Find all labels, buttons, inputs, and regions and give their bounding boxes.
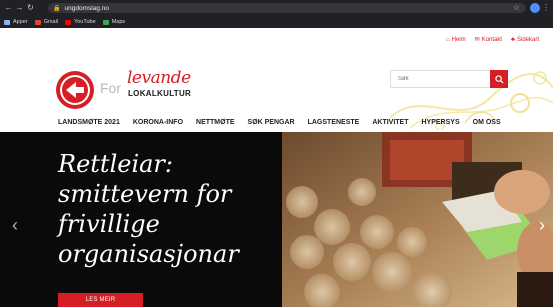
bookmark-apps[interactable]: Apper [4, 19, 28, 25]
hero-photo [282, 132, 553, 307]
browser-menu-icon[interactable]: ⋮ [542, 2, 550, 14]
reload-icon[interactable]: ↻ [25, 0, 36, 16]
read-more-button[interactable]: LES MEIR [58, 293, 143, 307]
slider-prev-arrow-icon[interactable]: ‹ [12, 215, 18, 236]
search-button[interactable] [490, 70, 508, 88]
hero-slider: Rettleiar: smittevern for frivillige org… [0, 132, 553, 307]
hero-title: Rettleiar: smittevern for frivillige org… [58, 150, 239, 268]
address-bar[interactable]: 🔒 ungdomslag.no [48, 3, 526, 13]
bookmark-star-icon[interactable]: ☆ [513, 3, 520, 13]
nav-item-aktivitet[interactable]: AKTIVITET [372, 119, 408, 126]
profile-avatar-icon[interactable] [530, 3, 540, 13]
browser-chrome: ← → ↻ 🔒 ungdomslag.no ☆ ⋮ Apper Gmail Yo… [0, 0, 553, 28]
home-link[interactable]: ⌂ Heim [446, 36, 466, 43]
bookmark-gmail[interactable]: Gmail [34, 19, 58, 25]
search-icon [494, 74, 504, 84]
youtube-icon [65, 19, 72, 25]
noregs-ungdomslag-logo[interactable] [55, 70, 95, 110]
bookmark-youtube[interactable]: YouTube [65, 19, 96, 25]
nav-item-lagsteneste[interactable]: LAGSTENESTE [308, 119, 360, 126]
sitemap-icon: ♣ [511, 36, 515, 43]
main-navigation: LANDSMØTE 2021 KORONA-INFO NETTMØTE SØK … [0, 112, 553, 132]
logo-levande-text: levande [127, 68, 191, 88]
envelope-icon: ✉ [474, 37, 480, 43]
forward-arrow-icon[interactable]: → [14, 0, 25, 16]
logo-lokalkultur-text: LOKALKULTUR [128, 89, 192, 98]
contact-link[interactable]: ✉ Kontakt [474, 36, 502, 44]
search-box [390, 70, 508, 88]
home-icon: ⌂ [446, 36, 450, 43]
nav-item-sok-pengar[interactable]: SØK PENGAR [248, 119, 295, 126]
nav-item-om-oss[interactable]: OM OSS [473, 119, 501, 126]
slider-next-arrow-icon[interactable]: › [539, 215, 545, 236]
bookmark-maps[interactable]: Maps [102, 19, 125, 25]
browser-toolbar: ← → ↻ 🔒 ungdomslag.no ☆ ⋮ [0, 0, 553, 16]
search-input[interactable] [391, 71, 489, 87]
top-utility-nav: ⌂ Heim ✉ Kontakt ♣ Sidekart [446, 36, 539, 44]
nav-item-landsmote[interactable]: LANDSMØTE 2021 [58, 119, 120, 126]
url-text: ungdomslag.no [64, 4, 109, 12]
website: ⌂ Heim ✉ Kontakt ♣ Sidekart For levande LOK… [0, 28, 553, 307]
gmail-icon [34, 19, 41, 25]
nav-item-nettmote[interactable]: NETTMØTE [196, 119, 235, 126]
sitemap-link[interactable]: ♣ Sidekart [511, 36, 539, 43]
nav-item-hypersys[interactable]: HYPERSYS [422, 119, 460, 126]
bookmarks-bar: Apper Gmail YouTube Maps [0, 16, 125, 28]
apps-grid-icon [4, 19, 10, 25]
logo-for-text: For [100, 80, 121, 96]
maps-pin-icon [102, 19, 109, 25]
back-arrow-icon[interactable]: ← [3, 0, 14, 16]
nav-item-korona-info[interactable]: KORONA-INFO [133, 119, 183, 126]
lock-icon: 🔒 [53, 5, 61, 12]
